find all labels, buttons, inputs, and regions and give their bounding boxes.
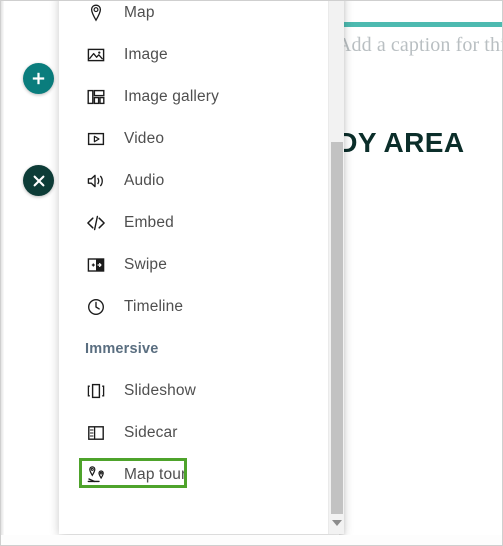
embed-code-icon [85,212,107,234]
image-gallery-icon [85,86,107,108]
menu-item-sidecar[interactable]: Sidecar [59,412,328,454]
slideshow-icon [85,380,107,402]
menu-item-embed[interactable]: Embed [59,202,328,244]
block-picker-list: Map Image Image gallery Video Audio Embe… [59,1,328,534]
swipe-icon [85,254,107,276]
caption-placeholder[interactable]: Add a caption for this [339,34,502,57]
menu-item-swipe[interactable]: Swipe [59,244,328,286]
map-tour-icon [85,464,107,486]
app-screenshot: Add a caption for this STUDY AREA [0,0,503,546]
close-icon [32,174,46,188]
left-rail [1,1,59,535]
video-icon [85,128,107,150]
scrollbar-down-button[interactable] [329,512,344,534]
close-button[interactable] [23,165,54,196]
audio-icon [85,170,107,192]
menu-item-slideshow[interactable]: Slideshow [59,370,328,412]
menu-item-image-gallery[interactable]: Image gallery [59,76,328,118]
page-title: STUDY AREA [339,127,465,158]
menu-item-video[interactable]: Video [59,118,328,160]
rail-edge [1,1,4,535]
story-canvas: Add a caption for this STUDY AREA [339,1,502,535]
menu-item-label: Slideshow [124,382,197,399]
menu-item-label: Swipe [124,256,167,273]
page-bottom-strip [1,535,502,545]
menu-item-label: Image gallery [124,88,219,105]
menu-item-label: Video [124,130,165,147]
menu-item-label: Image [124,46,168,63]
plus-icon [31,71,46,86]
image-icon [85,44,107,66]
menu-item-audio[interactable]: Audio [59,160,328,202]
menu-item-label: Audio [124,172,165,189]
clock-icon [85,296,107,318]
menu-item-map[interactable]: Map [59,1,328,34]
menu-item-image[interactable]: Image [59,34,328,76]
accent-bar [339,22,502,27]
section-header-immersive: Immersive [85,341,159,357]
block-picker-panel: Map Image Image gallery Video Audio Embe… [59,1,344,534]
menu-item-label: Timeline [124,298,184,315]
menu-item-label: Sidecar [124,424,178,441]
sidecar-icon [85,422,107,444]
menu-item-label: Map [124,4,155,21]
menu-item-timeline[interactable]: Timeline [59,286,328,328]
add-block-button[interactable] [23,63,54,94]
menu-list: Map Image Image gallery Video Audio Embe… [59,1,328,496]
menu-item-label: Map tour [124,466,187,483]
chevron-down-icon [332,520,342,526]
map-pin-icon [85,2,107,24]
scrollbar-thumb[interactable] [331,142,343,514]
menu-item-map-tour[interactable]: Map tour [59,454,328,496]
menu-item-label: Embed [124,214,174,231]
panel-scrollbar[interactable] [328,1,344,534]
